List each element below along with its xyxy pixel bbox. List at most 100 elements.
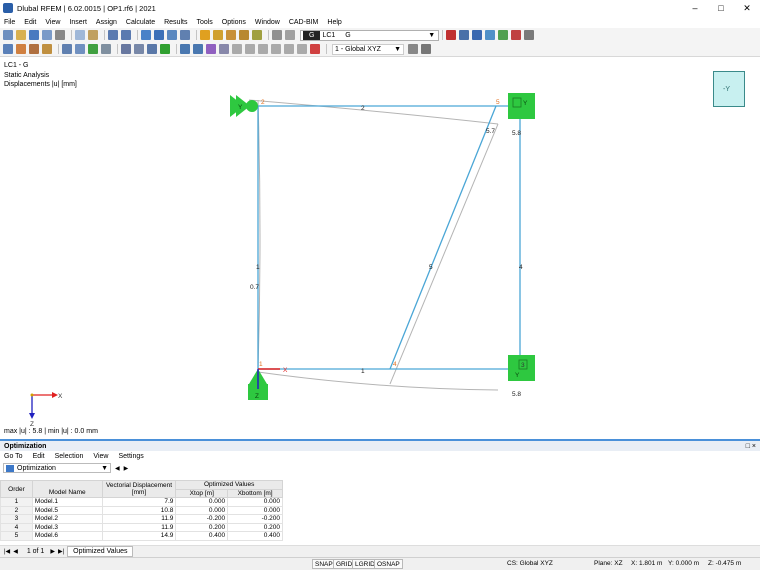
section-icon[interactable]	[284, 44, 294, 54]
previous-icon[interactable]: ◀	[115, 465, 120, 472]
table-row[interactable]: 3 Model.2 11.9 -0.200 -0.200	[0, 514, 283, 524]
optimize-icon[interactable]	[226, 30, 236, 40]
load-icon[interactable]	[121, 44, 131, 54]
menu-options[interactable]: Options	[222, 19, 246, 26]
zoom-icon[interactable]	[232, 44, 242, 54]
previous-page-icon[interactable]: ◀	[13, 548, 18, 555]
new-model-icon[interactable]	[3, 30, 13, 40]
settings-icon[interactable]	[524, 30, 535, 40]
menu-results[interactable]: Results	[164, 19, 187, 26]
support-top-right[interactable]	[508, 93, 535, 119]
last-page-icon[interactable]: ▶|	[58, 548, 64, 555]
print-icon[interactable]	[55, 30, 65, 40]
check-icon[interactable]	[252, 30, 262, 40]
next-icon[interactable]: ▶	[124, 465, 129, 472]
solid-icon[interactable]	[75, 44, 85, 54]
node-icon[interactable]	[42, 44, 52, 54]
menu-tools[interactable]: Tools	[196, 19, 212, 26]
table-row[interactable]: 4 Model.3 11.9 0.200 0.200	[0, 522, 283, 532]
navigator-icon[interactable]	[167, 30, 177, 40]
panel-window-buttons[interactable]: □ ×	[746, 443, 756, 450]
osnap-toggle[interactable]: OSNAP	[374, 559, 403, 569]
rotate-icon[interactable]	[271, 44, 281, 54]
menu-view[interactable]: View	[45, 19, 60, 26]
undo-icon[interactable]	[108, 30, 118, 40]
tab-optimized-values[interactable]: Optimized Values	[67, 546, 134, 557]
display-icon[interactable]	[472, 30, 483, 40]
member-5[interactable]	[389, 105, 497, 370]
dimension-icon[interactable]	[147, 44, 157, 54]
cell-xtop: 0.000	[175, 497, 229, 507]
view-cube[interactable]: -Y	[713, 71, 745, 107]
table-row[interactable]: 2 Model.5 10.8 0.000 0.000	[0, 505, 283, 515]
menu-help[interactable]: Help	[327, 19, 341, 26]
coord-system-selector[interactable]: 1 - Global XYZ ▼	[332, 43, 404, 55]
menu-goto[interactable]: Go To	[4, 453, 23, 460]
cell-order: 5	[0, 531, 33, 541]
menu-settings[interactable]: Settings	[118, 453, 143, 460]
menu-calculate[interactable]: Calculate	[126, 19, 155, 26]
menu-edit-panel[interactable]: Edit	[33, 453, 45, 460]
zoom-all-icon[interactable]	[245, 44, 255, 54]
hinge-icon[interactable]	[101, 44, 111, 54]
layout-icon[interactable]	[180, 30, 190, 40]
member-icon[interactable]	[29, 44, 39, 54]
table-row[interactable]: 1 Model.1 7.9 0.000 0.000	[0, 497, 283, 507]
menu-edit[interactable]: Edit	[24, 19, 36, 26]
next-page-icon[interactable]: ▶	[50, 548, 55, 555]
support-left[interactable]	[230, 95, 258, 117]
menu-file[interactable]: File	[4, 19, 15, 26]
view-icon[interactable]	[272, 30, 282, 40]
node-label-2: 2	[261, 99, 265, 106]
model-viewport[interactable]: LC1 - G Static Analysis Displacements |u…	[0, 57, 760, 439]
menu-selection[interactable]: Selection	[55, 453, 84, 460]
menu-assign[interactable]: Assign	[96, 19, 117, 26]
menu-window[interactable]: Window	[255, 19, 280, 26]
color-scheme-icon[interactable]	[310, 44, 320, 54]
render-icon[interactable]	[285, 30, 295, 40]
deformation-icon[interactable]	[459, 30, 470, 40]
view-side-icon[interactable]	[206, 44, 216, 54]
plane-status: Plane: XZ	[594, 560, 623, 567]
minimize-button[interactable]: –	[682, 0, 708, 16]
guide-icon[interactable]	[160, 44, 170, 54]
maximize-button[interactable]: □	[708, 0, 734, 16]
view-iso-icon[interactable]	[219, 44, 229, 54]
load-wizard-icon[interactable]	[134, 44, 144, 54]
select-icon[interactable]	[3, 44, 13, 54]
report-icon[interactable]	[239, 30, 249, 40]
paste-icon[interactable]	[88, 30, 98, 40]
redo-icon[interactable]	[121, 30, 131, 40]
table-icon[interactable]	[141, 30, 151, 40]
save-all-icon[interactable]	[42, 30, 52, 40]
line-icon[interactable]	[16, 44, 26, 54]
pan-icon[interactable]	[258, 44, 268, 54]
surface-icon[interactable]	[62, 44, 72, 54]
calculate-icon[interactable]	[200, 30, 210, 40]
cell-order: 3	[0, 514, 33, 524]
visibility-icon[interactable]	[297, 44, 307, 54]
loadcase-selector[interactable]: G LC1 G ▼	[300, 29, 440, 41]
layers-icon[interactable]	[408, 44, 418, 54]
copy-icon[interactable]	[75, 30, 85, 40]
menu-insert[interactable]: Insert	[69, 19, 87, 26]
panel-icon[interactable]	[154, 30, 164, 40]
menu-view-panel[interactable]: View	[93, 453, 108, 460]
support-icon[interactable]	[88, 44, 98, 54]
view-top-icon[interactable]	[193, 44, 203, 54]
reset-icon[interactable]	[511, 30, 522, 40]
delete-results-icon[interactable]	[446, 30, 457, 40]
title-bar: Dlubal RFEM | 6.02.0015 | OP1.rf6 | 2021…	[0, 0, 760, 16]
table-row[interactable]: 5 Model.6 14.9 0.400 0.400	[0, 531, 283, 541]
view-front-icon[interactable]	[180, 44, 190, 54]
more-icon[interactable]	[421, 44, 431, 54]
save-icon[interactable]	[29, 30, 39, 40]
filter-icon[interactable]	[498, 30, 509, 40]
animate-icon[interactable]	[485, 30, 496, 40]
close-button[interactable]: ✕	[734, 0, 760, 16]
first-page-icon[interactable]: |◀	[4, 548, 10, 555]
open-icon[interactable]	[16, 30, 26, 40]
results-icon[interactable]	[213, 30, 223, 40]
optimization-selector[interactable]: Optimization ▼	[3, 463, 111, 473]
menu-cad-bim[interactable]: CAD-BIM	[289, 19, 319, 26]
